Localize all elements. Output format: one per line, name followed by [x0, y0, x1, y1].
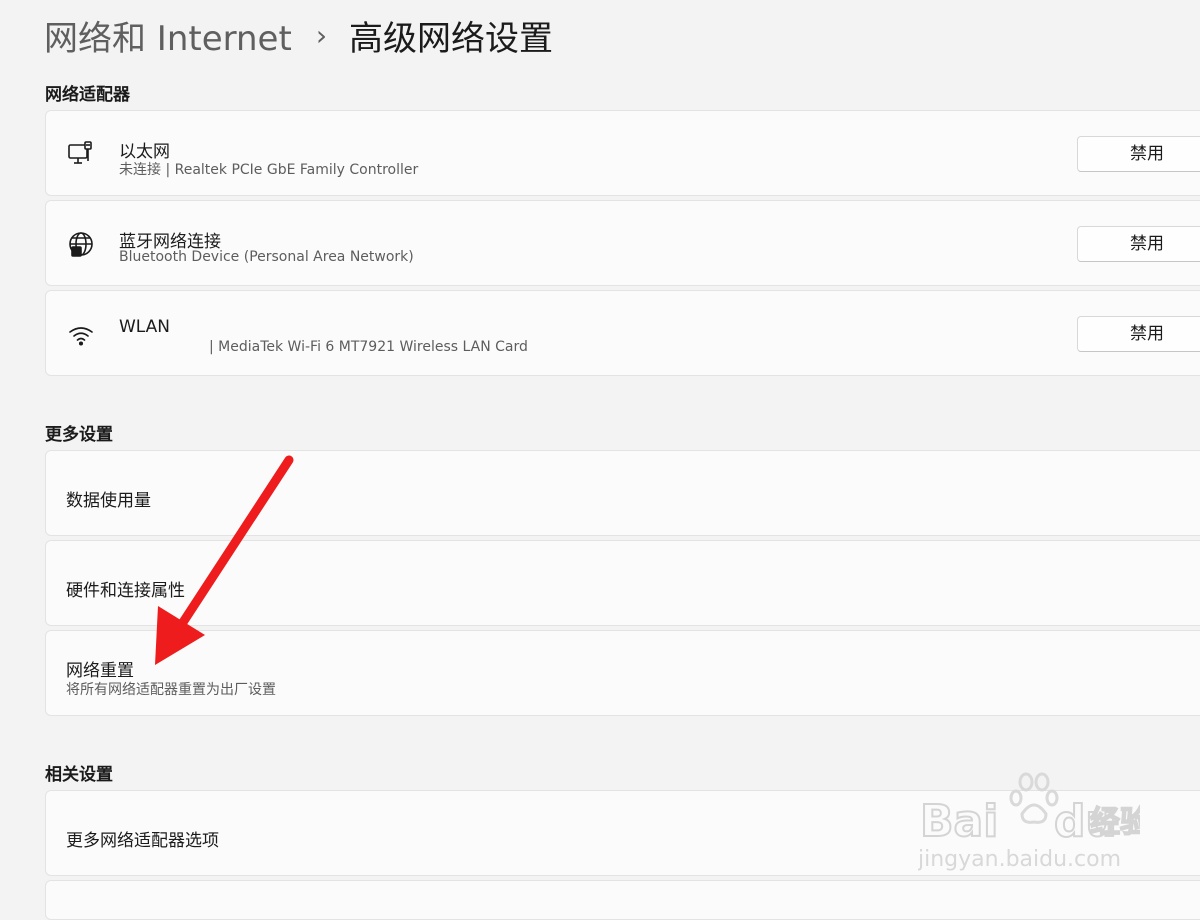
baidu-jingyan-watermark: Bai du 经验 jingyan.baidu.com: [918, 772, 1140, 872]
setting-title: 更多网络适配器选项: [66, 831, 219, 851]
setting-title: 硬件和连接属性: [66, 581, 185, 601]
watermark-brand-cn: 经验: [1090, 805, 1140, 840]
adapter-name: WLAN: [119, 317, 171, 337]
adapter-card-wlan[interactable]: WLAN | MediaTek Wi-Fi 6 MT7921 Wireless …: [45, 290, 1200, 376]
bluetooth-network-globe-icon: [66, 230, 96, 260]
adapter-detail: | MediaTek Wi-Fi 6 MT7921 Wireless LAN C…: [209, 339, 528, 355]
setting-data-usage[interactable]: 数据使用量: [45, 450, 1200, 536]
watermark-brand-left: Bai: [920, 796, 998, 847]
setting-hardware-properties[interactable]: 硬件和连接属性: [45, 540, 1200, 626]
breadcrumb: 网络和 Internet › 高级网络设置: [44, 8, 553, 62]
disable-ethernet-button[interactable]: 禁用: [1077, 136, 1200, 172]
setting-subtitle: 将所有网络适配器重置为出厂设置: [66, 682, 276, 698]
disable-bluetooth-button[interactable]: 禁用: [1077, 226, 1200, 262]
adapter-detail: Bluetooth Device (Personal Area Network): [119, 249, 414, 265]
breadcrumb-parent-link[interactable]: 网络和 Internet: [44, 11, 292, 60]
section-title-related: 相关设置: [45, 765, 113, 785]
ethernet-monitor-icon: [66, 139, 96, 169]
adapter-card-bluetooth[interactable]: 蓝牙网络连接 Bluetooth Device (Personal Area N…: [45, 200, 1200, 286]
wifi-icon: [66, 321, 96, 351]
page-title: 高级网络设置: [349, 18, 554, 59]
disable-wlan-button[interactable]: 禁用: [1077, 316, 1200, 352]
watermark-url: jingyan.baidu.com: [918, 847, 1121, 872]
setting-title: 网络重置: [66, 661, 134, 681]
adapter-card-ethernet[interactable]: 以太网 未连接 | Realtek PCIe GbE Family Contro…: [45, 110, 1200, 196]
setting-next-partial[interactable]: [45, 880, 1200, 920]
setting-network-reset[interactable]: 网络重置 将所有网络适配器重置为出厂设置: [45, 630, 1200, 716]
setting-title: 数据使用量: [66, 491, 151, 511]
breadcrumb-chevron-icon: ›: [315, 18, 328, 52]
section-title-more-settings: 更多设置: [45, 425, 113, 445]
adapter-detail: 未连接 | Realtek PCIe GbE Family Controller: [119, 162, 419, 178]
section-title-adapters: 网络适配器: [45, 85, 130, 105]
